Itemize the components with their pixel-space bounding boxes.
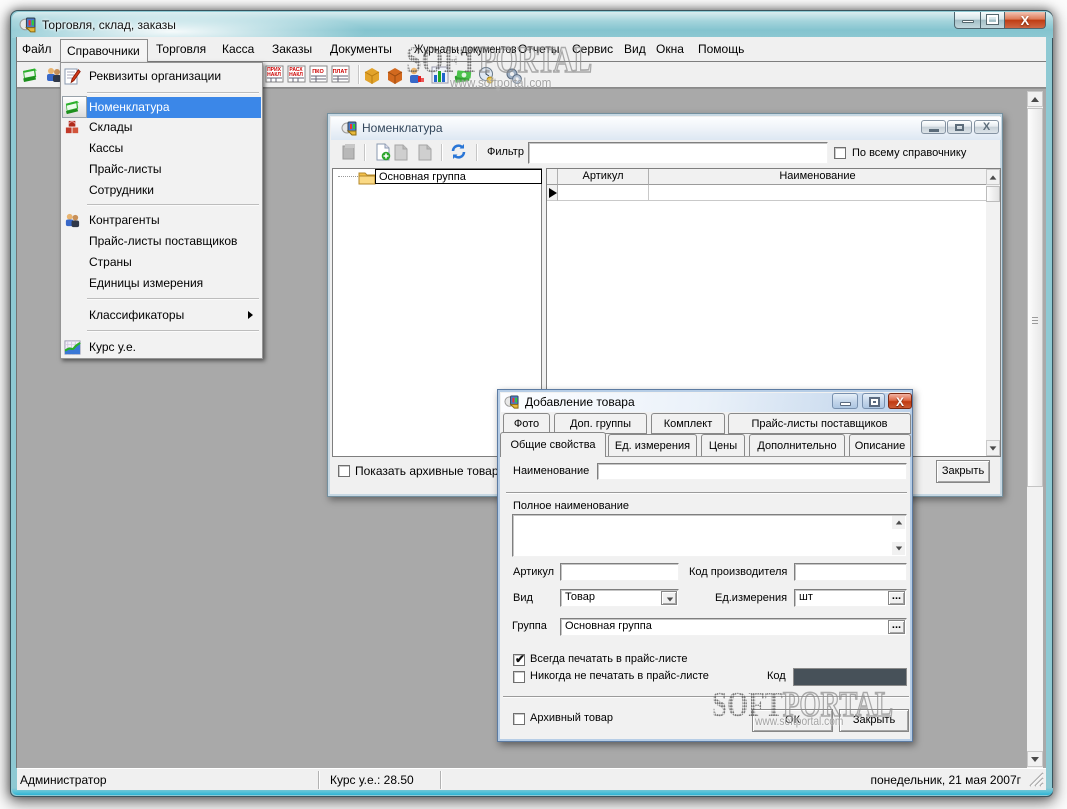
svg-text:НАКЛ: НАКЛ <box>289 72 303 78</box>
svg-text:ПЛАТ: ПЛАТ <box>333 69 349 75</box>
svg-text:НАКЛ: НАКЛ <box>267 72 281 78</box>
svg-text:ПКО: ПКО <box>312 69 324 75</box>
